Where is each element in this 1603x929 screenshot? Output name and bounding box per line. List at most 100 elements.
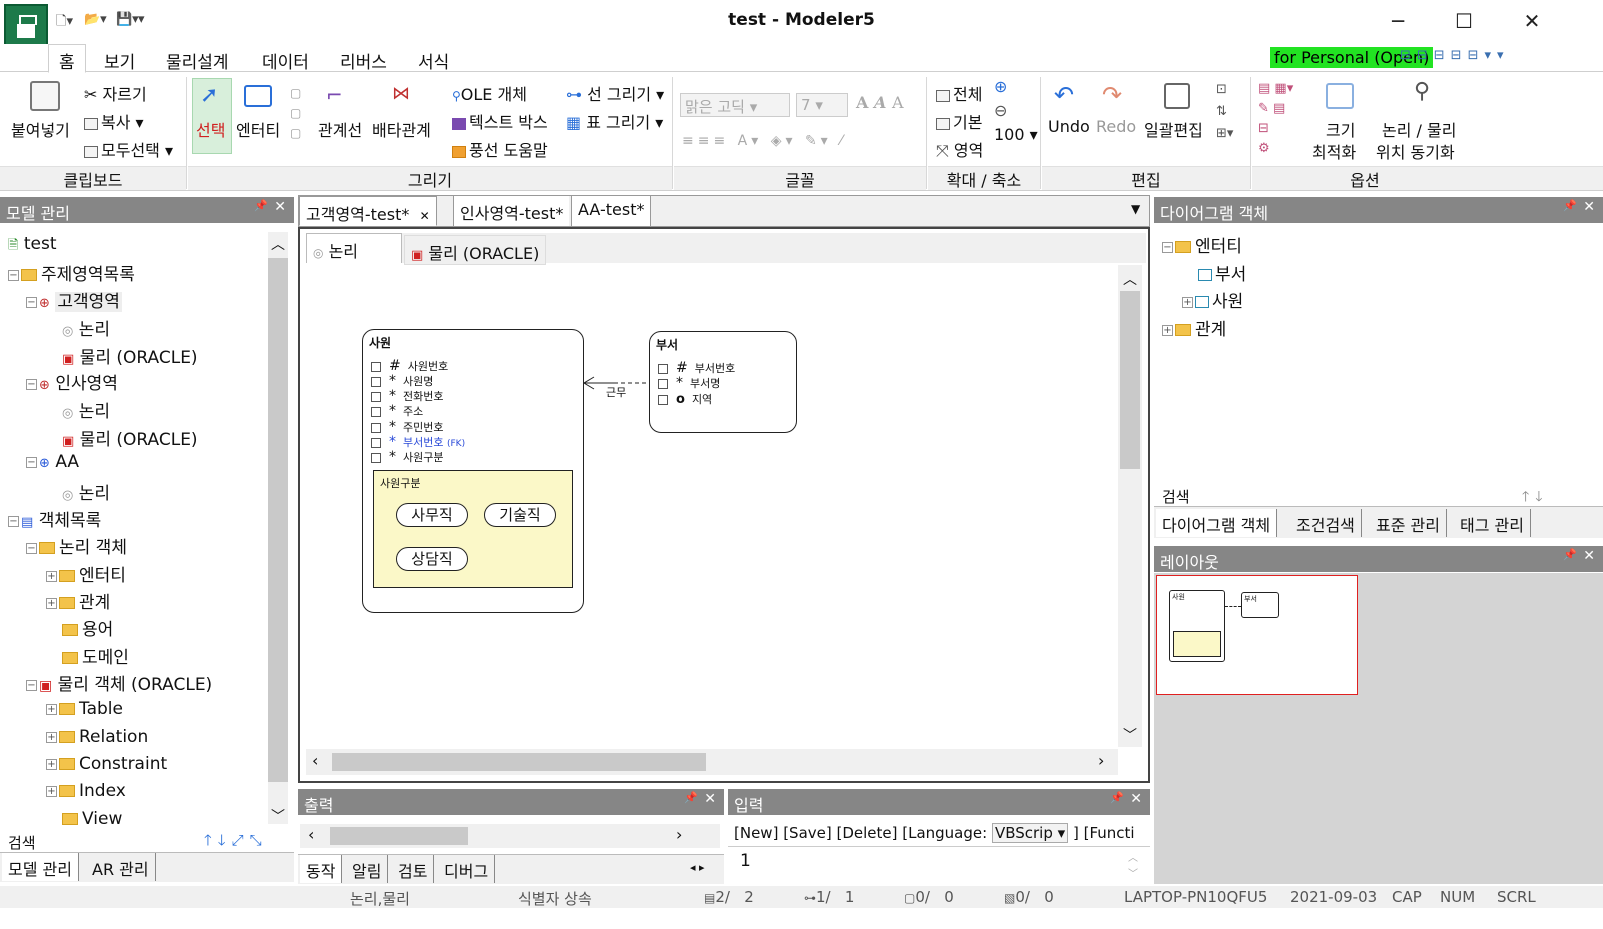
scroll-down-icon[interactable]: ﹀ <box>271 806 285 826</box>
script-editor[interactable]: 1 ︿ ﹀ <box>728 846 1150 884</box>
close-icon[interactable]: ✕ <box>420 209 430 223</box>
doc-tab-customer[interactable]: 고객영역-test* ✕ <box>299 196 437 226</box>
checkbox[interactable] <box>658 379 668 389</box>
tree-item-logical-objects[interactable]: − 논리 객체 <box>26 533 127 558</box>
pin-icon[interactable]: 📌 <box>254 199 268 212</box>
close-icon[interactable]: ✕ <box>704 791 716 807</box>
ole-button[interactable]: ⚲OLE 개체 <box>452 81 527 105</box>
tab-standard-management[interactable]: 표준 관리 <box>1370 509 1447 537</box>
attribute-row[interactable]: * 사원구분 <box>371 449 443 465</box>
scroll-up-icon[interactable]: ︿ <box>271 234 285 254</box>
scroll-left-icon[interactable]: ‹ <box>312 751 318 770</box>
fit-size-button-line2[interactable]: 최적화 <box>1312 139 1356 163</box>
tree-item-relations[interactable]: + 관계 <box>46 588 110 613</box>
checkbox[interactable] <box>371 377 381 387</box>
tab-tag-management[interactable]: 태그 관리 <box>1454 509 1531 537</box>
zoom-out-icon[interactable]: ⊖ <box>994 101 1007 120</box>
paste-button[interactable]: 붙여넣기 <box>11 117 70 141</box>
zoom-area-button[interactable]: ⤧ 영역 <box>936 137 983 161</box>
balloon-button[interactable]: 풍선 도움말 <box>452 137 548 161</box>
zoom-all-button[interactable]: 전체 <box>936 81 982 105</box>
scroll-up-icon[interactable]: ︿ <box>1128 849 1138 864</box>
scroll-thumb[interactable] <box>330 827 468 845</box>
entity-button[interactable]: 엔터티 <box>236 117 280 141</box>
zoom-default-button[interactable]: 기본 <box>936 109 982 133</box>
attribute-row-fk[interactable]: * 부서번호 (FK) <box>371 434 465 450</box>
option-small-icons[interactable]: ▤ ▦▾ ✎ ▤ ⊟ ⚙ <box>1258 79 1293 159</box>
checkbox[interactable] <box>371 438 381 448</box>
language-select[interactable]: VBScrip ▾ <box>991 823 1069 843</box>
checkbox[interactable] <box>371 392 381 402</box>
tab-debug[interactable]: 디버그 <box>438 855 496 883</box>
font-style-icons[interactable]: A A A <box>856 93 904 112</box>
model-tree-scrollbar[interactable]: ︿ ﹀ <box>268 232 288 826</box>
align-icons[interactable]: ≡≡≡ A▾ ◈▾ ✎▾ ⁄ <box>682 133 847 149</box>
subtype-technical[interactable]: 기술직 <box>484 503 556 527</box>
fit-size-button[interactable]: 크기 <box>1326 117 1355 141</box>
font-name-select[interactable]: 맑은 고딕 ▾ <box>680 93 790 117</box>
attribute-row[interactable]: * 부서명 <box>658 375 720 391</box>
undo-button[interactable]: Undo <box>1048 117 1090 136</box>
pin-icon[interactable]: 📌 <box>684 791 698 804</box>
tree-item-aa[interactable]: − ⊕ AA <box>26 452 79 472</box>
cut-button[interactable]: ✂ 자르기 <box>84 81 147 105</box>
select-button[interactable]: 선택 <box>196 117 225 141</box>
tree-item-entities[interactable]: + 엔터티 <box>46 561 126 586</box>
minimize-button[interactable]: ─ <box>1374 6 1422 36</box>
small-draw-icons[interactable]: ▢ ▢ ▢ <box>290 83 301 143</box>
entity-employee[interactable]: 사원 # 사원번호 * 사원명 * 전화번호 * 주소 * 주민번호 * 부서번… <box>362 329 584 613</box>
tab-review[interactable]: 검토 <box>392 855 435 883</box>
checkbox[interactable] <box>658 395 668 405</box>
layout-overview[interactable]: 사원 부서 <box>1154 573 1603 884</box>
tree-item-logical[interactable]: ◎ 논리 <box>62 479 110 504</box>
menu-physical[interactable]: 물리설계 <box>166 48 229 73</box>
tree-item-object-list[interactable]: − ▤ 객체목록 <box>8 506 101 531</box>
tab-condition-search[interactable]: 조건검색 <box>1290 509 1362 537</box>
menu-home[interactable]: 홈 <box>48 44 86 73</box>
relation-button[interactable]: 관계선 <box>318 117 362 141</box>
output-scrollbar[interactable]: ‹ › <box>300 824 720 848</box>
scroll-down-icon[interactable]: ﹀ <box>1123 725 1137 745</box>
tree-item-relations[interactable]: + 관계 <box>1162 315 1226 340</box>
tree-item-index[interactable]: + Index <box>46 781 126 801</box>
tree-item-subject-areas[interactable]: − 주제영역목록 <box>8 260 135 285</box>
entity-department[interactable]: 부서 # 부서번호 * 부서명 o 지역 <box>649 331 797 433</box>
scroll-right-icon[interactable]: › <box>676 825 682 844</box>
tab-notice[interactable]: 알림 <box>346 855 389 883</box>
view-tab-logical[interactable]: ◎ 논리 <box>306 233 402 263</box>
attribute-row[interactable]: # 사원번호 <box>371 358 448 374</box>
tab-diagram-objects[interactable]: 다이어그램 객체 <box>1156 509 1278 537</box>
tree-item-customer-area[interactable]: − ⊕ 고객영역 <box>26 287 122 312</box>
scroll-thumb[interactable] <box>268 258 288 782</box>
zoom-value[interactable]: 100 ▾ <box>994 125 1038 144</box>
doc-tab-hr[interactable]: 인사영역-test* <box>453 196 570 226</box>
sync-position-button-line2[interactable]: 위치 동기화 <box>1376 139 1455 163</box>
attribute-row[interactable]: * 주소 <box>371 403 423 419</box>
view-tab-physical[interactable]: ▣ 물리 (ORACLE) <box>404 235 547 265</box>
close-icon[interactable]: ✕ <box>1583 548 1595 564</box>
input-toolbar-commands[interactable]: [New] [Save] [Delete] [Language: <box>734 824 987 842</box>
select-all-button[interactable]: 모두선택 ▾ <box>84 137 173 161</box>
tree-item-root[interactable]: 🗎 test <box>8 234 57 258</box>
subtype-box[interactable]: 사원구분 사무직 기술직 상담직 <box>373 470 573 588</box>
tree-item-view[interactable]: View <box>62 809 122 829</box>
tab-ar-management[interactable]: AR 관리 <box>86 853 156 881</box>
tree-item-physical-objects[interactable]: − ▣ 물리 객체 (ORACLE) <box>26 670 212 695</box>
tree-item-constraint[interactable]: + Constraint <box>46 754 167 774</box>
checkbox[interactable] <box>371 423 381 433</box>
pin-icon[interactable]: 📌 <box>1110 791 1124 804</box>
attribute-row[interactable]: o 지역 <box>658 391 712 407</box>
zoom-in-icon[interactable]: ⊕ <box>994 77 1007 96</box>
tab-model-management[interactable]: 모델 관리 <box>2 853 79 881</box>
line-draw-button[interactable]: ⊶ 선 그리기 ▾ <box>566 81 664 105</box>
pin-icon[interactable]: 📌 <box>1563 548 1577 561</box>
close-icon[interactable]: ✕ <box>274 199 286 215</box>
tree-item-logical[interactable]: ◎ 논리 <box>62 397 110 422</box>
paste-icon[interactable] <box>30 81 60 111</box>
menu-reverse[interactable]: 리버스 <box>340 48 387 73</box>
checkbox[interactable] <box>658 364 668 374</box>
bulk-edit-button[interactable]: 일괄편집 <box>1144 117 1203 141</box>
scroll-up-icon[interactable]: ︿ <box>1123 269 1137 289</box>
maximize-button[interactable]: ☐ <box>1440 6 1488 36</box>
pin-icon[interactable]: 📌 <box>1563 199 1577 212</box>
